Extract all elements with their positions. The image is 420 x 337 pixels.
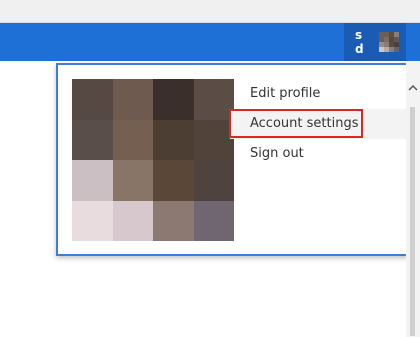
menu-item-edit-profile[interactable]: Edit profile — [230, 79, 407, 109]
window-top-strip — [0, 0, 420, 22]
user-menu-button[interactable]: s d — [344, 23, 406, 61]
menu-item-account-settings[interactable]: Account settings — [230, 109, 407, 139]
user-avatar-icon — [379, 32, 399, 52]
scrollbar-thumb[interactable] — [410, 107, 415, 336]
profile-menu: Edit profile Account settings Sign out — [230, 79, 407, 169]
profile-photo — [72, 79, 234, 241]
chevron-up-icon[interactable] — [406, 83, 420, 93]
vertical-scrollbar[interactable] — [406, 61, 420, 337]
user-initials: s d — [355, 28, 366, 56]
profile-dropdown: Edit profile Account settings Sign out — [56, 63, 409, 256]
menu-item-sign-out[interactable]: Sign out — [230, 139, 407, 169]
